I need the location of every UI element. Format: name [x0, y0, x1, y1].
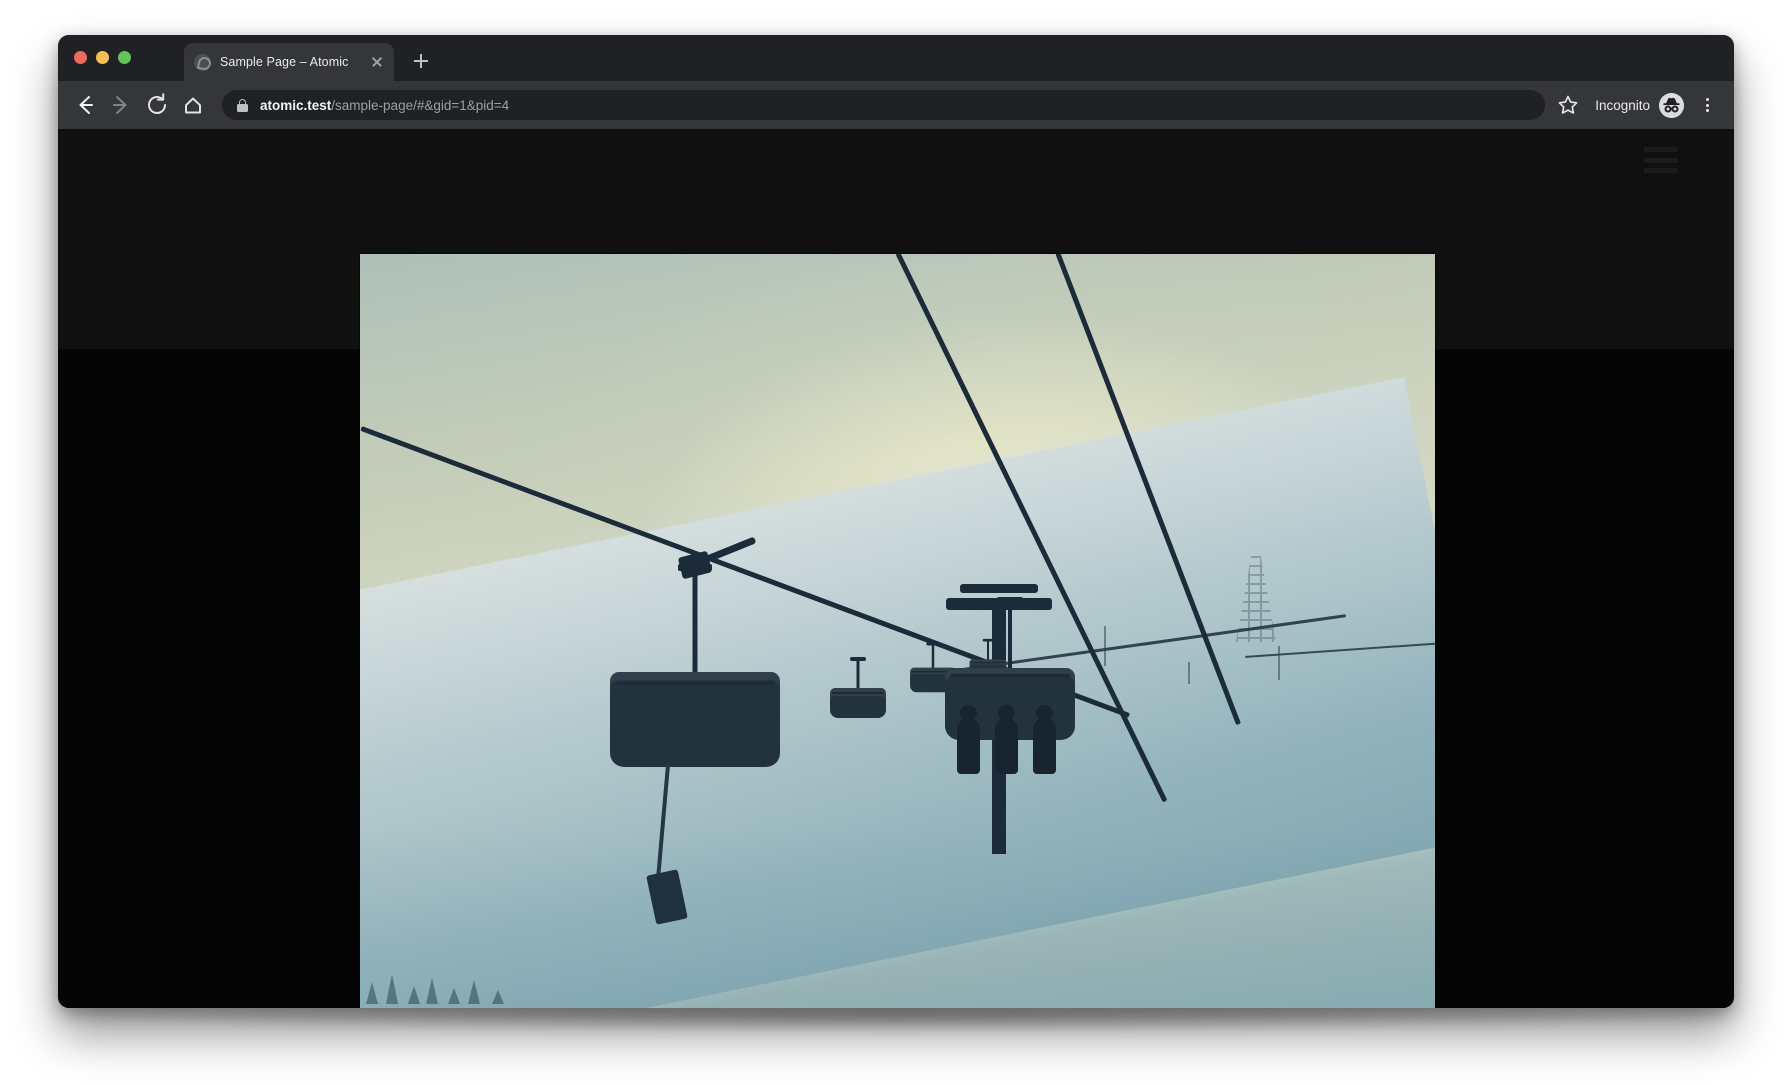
minimize-window-button[interactable] — [96, 51, 109, 64]
maximize-window-button[interactable] — [118, 51, 131, 64]
forward-arrow-icon — [104, 88, 138, 122]
chairlift-chair-with-riders — [945, 592, 1075, 774]
skier-silhouette-2 — [995, 705, 1018, 774]
forward-button[interactable] — [104, 88, 138, 122]
menu-dot-middle — [1705, 103, 1709, 107]
chairlift-chair-foreground — [610, 536, 780, 925]
new-tab-button[interactable] — [408, 48, 434, 74]
home-button[interactable] — [176, 88, 210, 122]
url-text: atomic.test/sample-page/#&gid=1&pid=4 — [260, 98, 509, 113]
skier-silhouette-1 — [957, 705, 980, 774]
url-path: /sample-page/#&gid=1&pid=4 — [331, 97, 510, 113]
browser-toolbar: atomic.test/sample-page/#&gid=1&pid=4 In… — [58, 81, 1734, 129]
hamburger-line-1 — [1644, 147, 1678, 152]
tab-title: Sample Page – Atomic — [220, 55, 349, 69]
slope-marker-pole-2 — [1188, 662, 1190, 684]
globe-favicon-icon — [194, 53, 211, 71]
browser-menu-button[interactable] — [1694, 90, 1720, 120]
close-tab-icon[interactable] — [368, 53, 386, 71]
reload-icon — [140, 88, 174, 122]
page-viewport — [58, 129, 1734, 1008]
close-window-button[interactable] — [74, 51, 87, 64]
slope-marker-pole-1 — [1278, 646, 1280, 680]
menu-dot-bottom — [1705, 109, 1709, 113]
hamburger-line-3 — [1644, 168, 1678, 173]
browser-window: Sample Page – Atomic atomic.test/sample-… — [58, 35, 1734, 1008]
address-bar[interactable]: atomic.test/sample-page/#&gid=1&pid=4 — [222, 90, 1546, 120]
hamburger-menu-icon[interactable] — [1644, 147, 1678, 173]
lightbox-image-frame[interactable] — [360, 254, 1435, 1008]
hamburger-line-2 — [1644, 157, 1678, 163]
bookmark-button[interactable] — [1553, 90, 1583, 120]
chairlift-ski-slope-photo — [360, 254, 1435, 1008]
home-icon — [176, 88, 210, 122]
skier-silhouette-3 — [1033, 705, 1056, 774]
three-dot-menu-icon — [1705, 98, 1709, 102]
incognito-profile-chip[interactable]: Incognito — [1595, 92, 1684, 118]
url-host: atomic.test — [260, 97, 332, 113]
window-controls — [74, 51, 131, 64]
incognito-avatar-icon — [1659, 92, 1684, 118]
reload-button[interactable] — [140, 88, 174, 122]
incognito-label: Incognito — [1595, 97, 1650, 113]
back-button[interactable] — [68, 88, 102, 122]
star-icon — [1553, 90, 1583, 120]
lock-icon — [236, 98, 249, 112]
browser-tab-active[interactable]: Sample Page – Atomic — [184, 43, 394, 81]
slope-marker-pole-3 — [1104, 626, 1106, 666]
back-arrow-icon — [68, 88, 102, 122]
chairlift-chair-distant-1 — [830, 654, 886, 718]
tab-strip: Sample Page – Atomic — [58, 35, 1734, 81]
tree-line — [360, 884, 570, 1004]
